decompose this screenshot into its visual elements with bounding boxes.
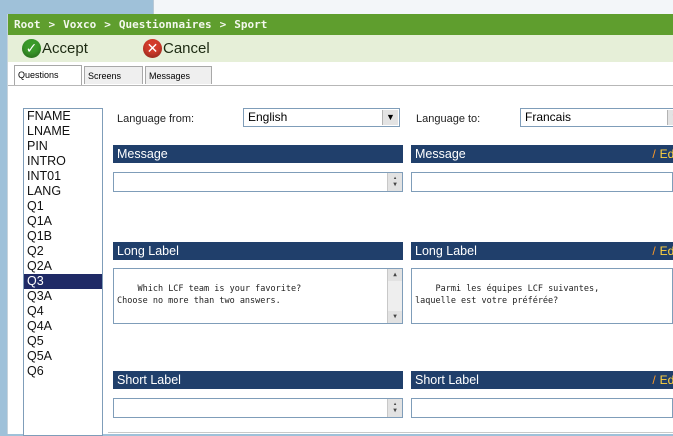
tab-messages[interactable]: Messages xyxy=(145,66,212,84)
edit-label: Edi xyxy=(659,147,673,161)
question-item[interactable]: INTRO xyxy=(24,154,102,169)
editor-window: Root > Voxco > Questionnaires > Sport ✓ Accept… xyxy=(8,14,673,436)
long-label-title: Long Label xyxy=(117,244,179,258)
long-label-target-text: Parmi les équipes LCF suivantes, laquell… xyxy=(415,284,600,306)
question-item[interactable]: LANG xyxy=(24,184,102,199)
long-label-title: Long Label xyxy=(415,244,477,258)
question-item[interactable]: FNAME xyxy=(24,109,102,124)
question-item[interactable]: Q3A xyxy=(24,289,102,304)
question-item[interactable]: LNAME xyxy=(24,124,102,139)
edit-link[interactable]: /Edi xyxy=(652,145,673,163)
question-list[interactable]: FNAME LNAME PIN INTRO INT01 LANG Q1 Q1A Q1B Q2 Q2A… xyxy=(23,108,103,436)
question-item[interactable]: Q3 xyxy=(24,274,102,289)
tab-questions[interactable]: Questions xyxy=(14,65,82,85)
scroll-down-icon[interactable]: ▼ xyxy=(388,311,402,323)
breadcrumb-root[interactable]: Root xyxy=(14,14,41,35)
background-strip xyxy=(0,0,673,14)
short-label-target-textbox[interactable] xyxy=(411,398,673,418)
language-to-label: Language to: xyxy=(416,113,481,125)
long-label-source-header: Long Label xyxy=(113,242,403,260)
accept-button[interactable]: ✓ Accept xyxy=(22,38,88,59)
language-from-value: English xyxy=(248,110,288,124)
x-icon: ✕ xyxy=(143,39,162,58)
cancel-label: Cancel xyxy=(163,40,210,57)
scrollbar[interactable]: ▲▼ xyxy=(387,399,402,417)
edit-label: Edi xyxy=(659,244,673,258)
pencil-icon: / xyxy=(652,373,656,387)
top-bar xyxy=(153,0,673,14)
language-to-select[interactable]: Francais ▼ xyxy=(520,108,673,127)
dropdown-arrow-icon[interactable]: ▼ xyxy=(667,110,673,125)
long-label-source-text: Which LCF team is your favorite? Choose … xyxy=(117,284,302,306)
question-item[interactable]: Q6 xyxy=(24,364,102,379)
message-source-textbox[interactable]: ▲▼ xyxy=(113,172,403,192)
edit-link[interactable]: /Edi xyxy=(652,371,673,389)
question-item[interactable]: Q2 xyxy=(24,244,102,259)
dropdown-arrow-icon[interactable]: ▼ xyxy=(382,110,398,125)
edit-label: Edi xyxy=(659,373,673,387)
breadcrumb-separator: > xyxy=(48,18,56,31)
message-title: Message xyxy=(117,147,168,161)
breadcrumb-questionnaires[interactable]: Questionnaires xyxy=(119,14,212,35)
language-to-value: Francais xyxy=(525,110,572,124)
scroll-down-icon[interactable]: ▼ xyxy=(388,405,402,417)
tab-bar: Questions Screens Messages xyxy=(8,63,673,86)
pencil-icon: / xyxy=(652,147,656,161)
breadcrumb-voxco[interactable]: Voxco xyxy=(63,14,96,35)
short-label-source-textbox[interactable]: ▲▼ xyxy=(113,398,403,418)
question-item[interactable]: Q2A xyxy=(24,259,102,274)
breadcrumb: Root > Voxco > Questionnaires > Sport xyxy=(8,14,673,35)
tab-screens[interactable]: Screens xyxy=(84,66,143,84)
long-label-target-header: Long Label /Edi xyxy=(411,242,673,260)
question-item[interactable]: Q5A xyxy=(24,349,102,364)
language-from-select[interactable]: English ▼ xyxy=(243,108,400,127)
message-target-textbox[interactable] xyxy=(411,172,673,192)
question-item[interactable]: Q4 xyxy=(24,304,102,319)
edit-link[interactable]: /Edi xyxy=(652,242,673,260)
question-item[interactable]: Q1A xyxy=(24,214,102,229)
short-label-target-header: Short Label /Edi xyxy=(411,371,673,389)
short-label-source-header: Short Label xyxy=(113,371,403,389)
scroll-down-icon[interactable]: ▼ xyxy=(388,179,402,191)
long-label-source-textbox[interactable]: Which LCF team is your favorite? Choose … xyxy=(113,268,403,324)
language-from-label: Language from: xyxy=(117,113,195,125)
message-source-header: Message xyxy=(113,145,403,163)
question-item[interactable]: Q4A xyxy=(24,319,102,334)
cancel-button[interactable]: ✕ Cancel xyxy=(143,38,210,59)
breadcrumb-separator: > xyxy=(104,18,111,31)
question-item[interactable]: INT01 xyxy=(24,169,102,184)
short-label-title: Short Label xyxy=(117,373,181,387)
message-title: Message xyxy=(415,147,466,161)
question-item[interactable]: Q1 xyxy=(24,199,102,214)
divider xyxy=(108,432,673,433)
breadcrumb-sport: Sport xyxy=(234,18,268,31)
question-item[interactable]: Q1B xyxy=(24,229,102,244)
question-item[interactable]: PIN xyxy=(24,139,102,154)
question-item[interactable]: Q5 xyxy=(24,334,102,349)
scroll-up-icon[interactable]: ▲ xyxy=(388,269,402,281)
breadcrumb-separator: > xyxy=(219,18,227,31)
toolbar: ✓ Accept ✕ Cancel xyxy=(8,35,673,62)
accept-label: Accept xyxy=(42,40,88,57)
check-icon: ✓ xyxy=(22,39,41,58)
short-label-title: Short Label xyxy=(415,373,479,387)
scrollbar[interactable]: ▲▼ xyxy=(387,173,402,191)
message-target-header: Message /Edi xyxy=(411,145,673,163)
long-label-target-textbox[interactable]: Parmi les équipes LCF suivantes, laquell… xyxy=(411,268,673,324)
scrollbar[interactable]: ▲▼ xyxy=(387,269,402,323)
pencil-icon: / xyxy=(652,244,656,258)
